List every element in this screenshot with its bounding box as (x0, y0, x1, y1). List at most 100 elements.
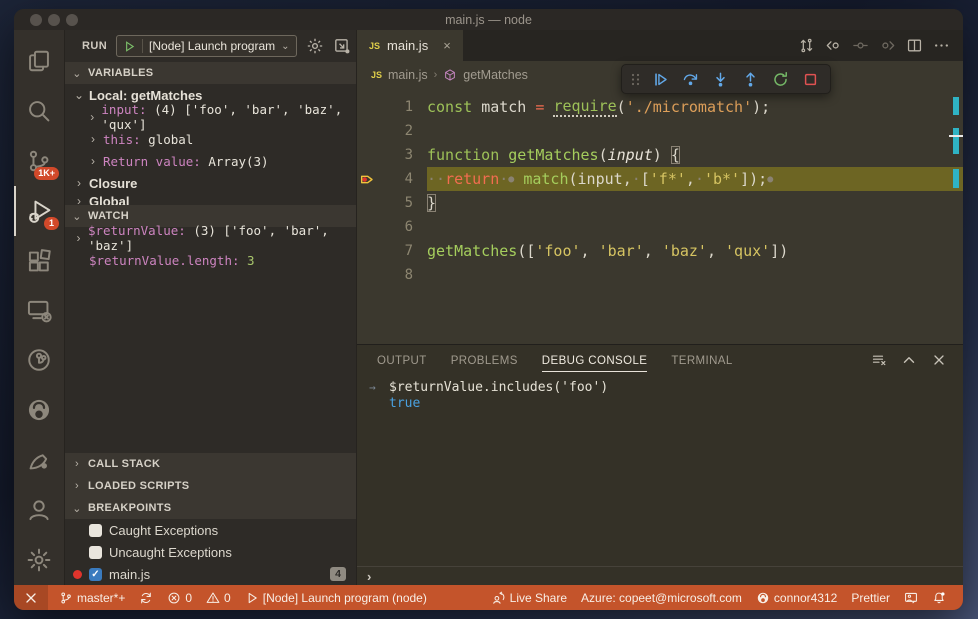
open-changes-button[interactable] (795, 34, 818, 57)
liveshare-icon (492, 591, 506, 605)
start-debugging-icon[interactable] (123, 40, 136, 53)
tree-row[interactable]: › $returnValue: (3) ['foo', 'bar', 'baz'] (65, 223, 356, 253)
section-header-variables[interactable]: ⌄ VARIABLES (65, 62, 356, 84)
status-bar: master*+ 0 0 [Node] Launch program (node) L… (14, 585, 963, 610)
tree-row[interactable]: › this: global (65, 128, 356, 150)
status-errors[interactable]: 0 (160, 585, 199, 610)
navigate-back-button[interactable] (822, 34, 845, 57)
close-tab-icon[interactable]: × (443, 38, 451, 53)
status-live-share[interactable]: Live Share (485, 585, 574, 610)
breakpoint-row[interactable]: Caught Exceptions (65, 519, 356, 541)
status-warnings[interactable]: 0 (199, 585, 238, 610)
code-line-3[interactable]: 3 function getMatches(input) { (357, 143, 963, 167)
breadcrumb-file[interactable]: main.js (388, 68, 428, 82)
activity-item-source-control[interactable]: 1K+ (14, 136, 64, 186)
gutter[interactable]: 4 (357, 167, 427, 191)
debug-current-line-icon (357, 172, 379, 187)
breadcrumb-symbol[interactable]: getMatches (463, 68, 528, 82)
chevron-down-icon: ⌄ (72, 210, 82, 223)
panel-tab-problems[interactable]: PROBLEMS (451, 349, 518, 371)
drag-handle[interactable] (628, 66, 644, 92)
maximize-panel-button[interactable] (901, 352, 917, 368)
activity-item-search[interactable] (14, 86, 64, 136)
overview-mark (953, 128, 959, 154)
status-github-account[interactable]: connor4312 (749, 585, 844, 610)
section-header-call-stack[interactable]: › CALL STACK (65, 453, 356, 475)
search-icon (29, 100, 50, 122)
code-line-2[interactable]: 2 (357, 119, 963, 143)
panel-tab-output[interactable]: OUTPUT (377, 349, 427, 371)
activity-item-settings[interactable] (14, 535, 64, 585)
status-sync[interactable] (132, 585, 160, 610)
step-into-button[interactable] (706, 66, 734, 92)
section-header-breakpoints[interactable]: ⌄ BREAKPOINTS (65, 497, 356, 519)
activity-item-explorer[interactable] (14, 36, 64, 86)
activity-item-remote-explorer[interactable] (14, 286, 64, 336)
launch-config-dropdown[interactable]: [Node] Launch program ⌄ (116, 35, 297, 57)
gutter[interactable]: 8 (357, 263, 427, 287)
activity-item-extensions[interactable] (14, 236, 64, 286)
close-panel-button[interactable] (931, 352, 947, 368)
gutter[interactable]: 1 (357, 95, 427, 119)
navigate-forward-button[interactable] (876, 34, 899, 57)
code-line-1[interactable]: 1 const match = require('./micromatch'); (357, 95, 963, 119)
code-line-8[interactable]: 8 (357, 263, 963, 287)
continue-button[interactable] (646, 66, 674, 92)
tab-main-js[interactable]: JS main.js × (357, 30, 463, 61)
checkbox[interactable] (89, 545, 102, 559)
navigate-position-button[interactable] (849, 34, 872, 57)
status-git-branch[interactable]: master*+ (52, 585, 132, 610)
activity-item-github[interactable] (14, 385, 64, 435)
gutter[interactable]: 7 (357, 239, 427, 263)
section-header-loaded-scripts[interactable]: › LOADED SCRIPTS (65, 475, 356, 497)
status-feedback[interactable] (897, 585, 925, 610)
gutter[interactable]: 6 (357, 215, 427, 239)
activity-item-run-circle[interactable] (14, 335, 64, 385)
overview-ruler[interactable] (949, 88, 963, 344)
status-prettier[interactable]: Prettier (844, 585, 897, 610)
checkbox[interactable]: ✓ (89, 567, 102, 581)
gear-icon[interactable] (306, 37, 324, 55)
launch-config-label: [Node] Launch program (149, 39, 276, 53)
chevron-right-icon: › (76, 231, 81, 245)
breakpoint-row[interactable]: Uncaught Exceptions (65, 541, 356, 563)
status-remote-indicator[interactable] (14, 585, 48, 610)
more-actions-button[interactable] (930, 34, 953, 57)
activity-item-accounts[interactable] (14, 485, 64, 535)
code-line-7[interactable]: 7 getMatches(['foo', 'bar', 'baz', 'qux']… (357, 239, 963, 263)
tree-row[interactable]: › Global (65, 194, 356, 205)
code-editor[interactable]: 1 const match = require('./micromatch'); 2… (357, 88, 963, 344)
status-notifications[interactable] (925, 585, 953, 610)
play-icon (245, 591, 259, 605)
tree-row[interactable]: › Closure (65, 172, 356, 194)
debug-console-input[interactable]: › (357, 566, 963, 585)
status-debug-session[interactable]: [Node] Launch program (node) (238, 585, 434, 610)
status-azure-account[interactable]: Azure: copeet@microsoft.com (574, 585, 749, 610)
code-line-4[interactable]: 4 ·· return · ● match(input, ·['f*', ·'b*']); ● (357, 167, 963, 191)
step-out-button[interactable] (736, 66, 764, 92)
panel-tab-terminal[interactable]: TERMINAL (671, 349, 732, 371)
split-editor-button[interactable] (903, 34, 926, 57)
tree-row[interactable]: $returnValue.length: 3 (65, 249, 356, 271)
tree-row[interactable]: › Return value: Array(3) (65, 150, 356, 172)
activity-item-run-and-debug[interactable]: 1 (14, 185, 64, 236)
code-line-5[interactable]: 5} (357, 191, 963, 215)
open-debug-console-icon[interactable] (333, 37, 351, 55)
gutter[interactable]: 5 (357, 191, 427, 215)
breakpoint-row[interactable]: ✓ main.js 4 (65, 563, 356, 585)
activity-item-gitlens[interactable] (14, 435, 64, 485)
console-prompt: › (367, 568, 372, 584)
window-title: main.js — node (445, 12, 532, 27)
gutter[interactable]: 3 (357, 143, 427, 167)
code-line-6[interactable]: 6 (357, 215, 963, 239)
clear-console-button[interactable] (871, 352, 887, 368)
panel-tab-debug-console[interactable]: DEBUG CONSOLE (541, 349, 648, 372)
tree-row[interactable]: › input: (4) ['foo', 'bar', 'baz', 'qux'] (65, 102, 356, 132)
chevron-right-icon: › (75, 458, 79, 470)
stop-button[interactable] (796, 66, 824, 92)
gutter[interactable]: 2 (357, 119, 427, 143)
restart-button[interactable] (766, 66, 794, 92)
activity-bar: 1K+ 1 (14, 30, 64, 585)
step-over-button[interactable] (676, 66, 704, 92)
checkbox[interactable] (89, 523, 102, 537)
